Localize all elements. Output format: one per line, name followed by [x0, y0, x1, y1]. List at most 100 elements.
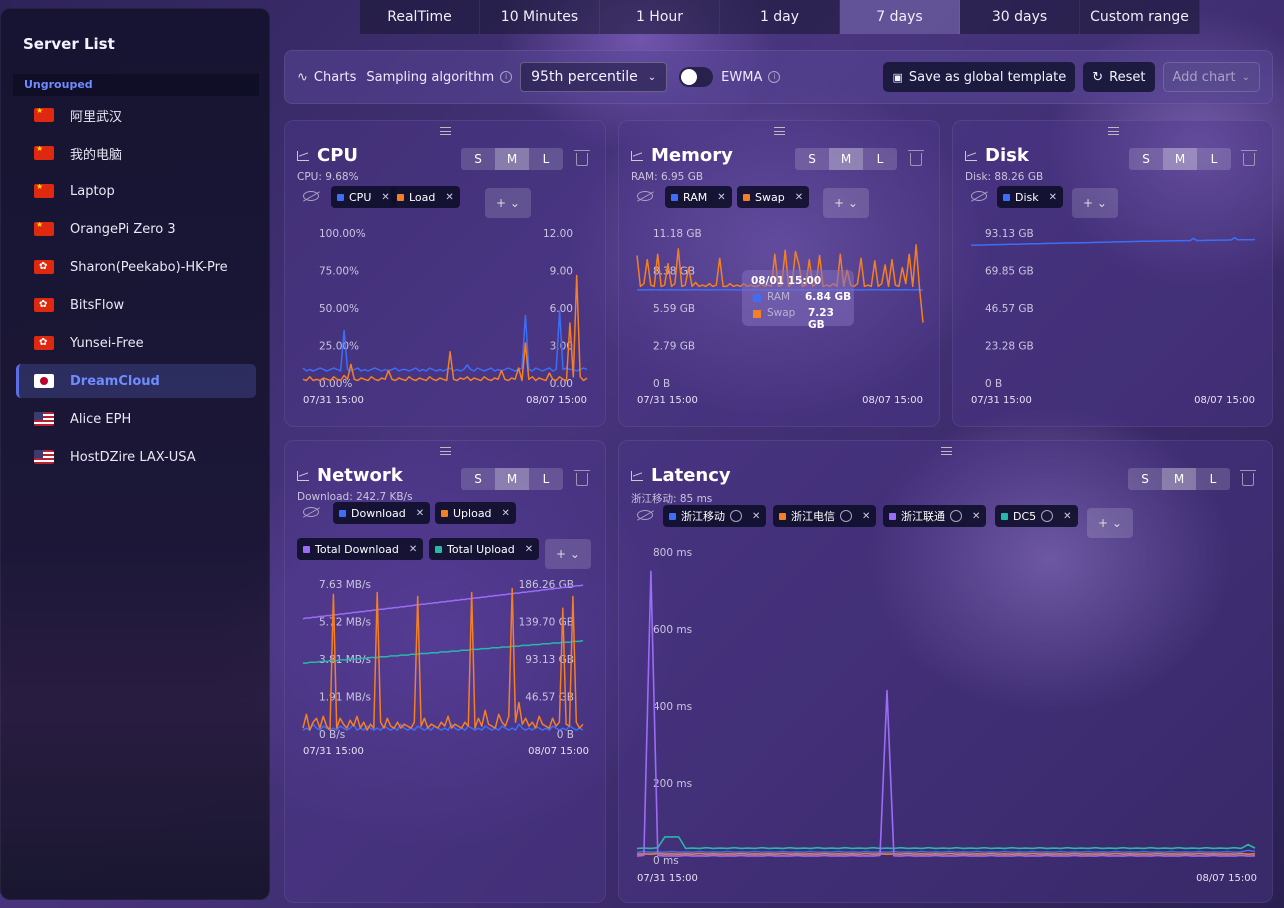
server-name: 阿里武汉 — [70, 109, 123, 125]
flag-hk-icon — [34, 336, 54, 350]
server-item[interactable]: 阿里武汉 — [16, 98, 256, 132]
memory-chart-card: Memory RAM: 6.95 GB S M L RAM ✕ Swap ✕ + ⌄ 11.18 G… — [618, 120, 940, 427]
chevron-down-icon: ⌄ — [1241, 71, 1250, 83]
server-item[interactable]: OrangePi Zero 3 — [16, 212, 256, 246]
x-tick-label: 08/07 15:00 — [528, 746, 589, 757]
latency-chart-card: Latency 浙江移动: 85 ms S M L 浙江移动 ✕ 浙江电信 ✕ 浙江联通 ✕ DC5 ✕… — [618, 440, 1273, 903]
y-tick-label: 0 B — [653, 378, 670, 390]
y-tick-label: 1.91 MB/s — [319, 692, 371, 704]
server-group-label[interactable]: Ungrouped — [13, 74, 259, 96]
reset-label: Reset — [1109, 69, 1146, 85]
time-tab-custom-range[interactable]: Custom range — [1080, 0, 1200, 34]
memory-plot: 11.18 GB8.38 GB5.59 GB2.79 GB0 B07/31 15… — [636, 228, 924, 406]
sampling-label-group: Sampling algorithm i — [366, 70, 513, 85]
y-tick-label: 100.00% — [319, 228, 366, 240]
y2-tick-label: 46.57 GB — [525, 692, 574, 704]
server-name: 我的电脑 — [70, 147, 123, 163]
time-tab-30-days[interactable]: 30 days — [960, 0, 1080, 34]
series-line-cpu — [302, 310, 588, 372]
server-item[interactable]: Yunsei-Free — [16, 326, 256, 360]
x-tick-label: 07/31 15:00 — [303, 395, 364, 406]
server-name: Laptop — [70, 183, 115, 199]
y-tick-label: 2.79 GB — [653, 341, 695, 353]
x-tick-label: 07/31 15:00 — [971, 395, 1032, 406]
time-tab-7-days[interactable]: 7 days — [840, 0, 960, 34]
disk-plot: 93.13 GB 69.85 GB 46.57 GB 23.28 GB 0 B 07/31… — [970, 228, 1256, 406]
save-label: Save as global template — [908, 69, 1067, 85]
y2-tick-label: 139.70 GB — [519, 617, 574, 629]
server-name: OrangePi Zero 3 — [70, 221, 176, 237]
y-tick-label: 93.13 GB — [985, 228, 1034, 240]
flag-us-icon — [34, 412, 54, 426]
server-item[interactable]: DreamCloud — [16, 364, 256, 398]
series-line- — [636, 849, 1256, 854]
y-tick-label: 0 B — [985, 378, 1002, 390]
y2-tick-label: 9.00 — [550, 266, 573, 278]
server-sidebar: Server List Ungrouped 阿里武汉我的电脑 Laptop Oran… — [0, 8, 270, 900]
series-line-dc5 — [636, 836, 1256, 850]
ewma-label-group: EWMA i — [721, 70, 781, 85]
y-tick-label: 25.00% — [319, 341, 359, 353]
flag-cn-icon — [34, 184, 54, 198]
reset-button[interactable]: ↻ Reset — [1083, 62, 1155, 92]
server-item[interactable]: 我的电脑 — [16, 136, 256, 170]
x-tick-label: 07/31 15:00 — [303, 746, 364, 757]
charts-toolbar: ∿ Charts Sampling algorithm i 95th perce… — [284, 50, 1273, 104]
y-tick-label: 50.00% — [319, 303, 359, 315]
disk-chart-card: Disk Disk: 88.26 GB S M L Disk ✕ + ⌄ 93.13 GB 69.… — [952, 120, 1273, 427]
reset-icon: ↻ — [1092, 69, 1104, 85]
chevron-down-icon: ⌄ — [647, 71, 657, 83]
y-tick-label: 5.72 MB/s — [319, 617, 371, 629]
save-global-template-button[interactable]: ▣ Save as global template — [883, 62, 1076, 92]
y-tick-label: 7.63 MB/s — [319, 579, 371, 591]
server-item[interactable]: Laptop — [16, 174, 256, 208]
y-tick-label: 600 ms — [653, 624, 692, 636]
y2-tick-label: 12.00 — [543, 228, 573, 240]
x-tick-label: 07/31 15:00 — [637, 395, 698, 406]
y-tick-label: 23.28 GB — [985, 341, 1034, 353]
add-chart-button[interactable]: Add chart ⌄ — [1162, 62, 1260, 92]
time-tab-10-minutes[interactable]: 10 Minutes — [480, 0, 600, 34]
time-tab-realtime[interactable]: RealTime — [360, 0, 480, 34]
info-icon[interactable]: i — [500, 71, 513, 83]
server-item[interactable]: Alice EPH — [16, 402, 256, 436]
y2-tick-label: 6.00 — [550, 303, 573, 315]
series-line-ram — [636, 288, 924, 292]
sampling-value: 95th percentile — [531, 69, 638, 85]
cpu-plot: 100.00%75.00%50.00%25.00%0.00%12.009.006… — [302, 228, 588, 406]
add-chart-label: Add chart — [1172, 69, 1236, 85]
y2-tick-label: 93.13 GB — [525, 654, 574, 666]
y-tick-label: 5.59 GB — [653, 303, 695, 315]
ewma-toggle[interactable] — [679, 67, 714, 87]
y-tick-label: 200 ms — [653, 778, 692, 790]
time-range-tabs: RealTime 10 Minutes 1 Hour 1 day 7 days 30 da… — [360, 0, 1200, 34]
y-tick-label: 11.18 GB — [653, 228, 702, 240]
info-icon[interactable]: i — [768, 71, 781, 83]
charts-label-group: ∿ Charts — [297, 70, 356, 85]
series-line-load — [302, 274, 588, 382]
server-item[interactable]: Sharon(Peekabo)-HK-Pre — [16, 250, 256, 284]
sampling-algorithm-select[interactable]: 95th percentile ⌄ — [520, 62, 668, 92]
y-tick-label: 800 ms — [653, 547, 692, 559]
series-line- — [636, 852, 1256, 856]
server-item[interactable]: BitsFlow — [16, 288, 256, 322]
x-tick-label: 08/07 15:00 — [526, 395, 587, 406]
server-name: Sharon(Peekabo)-HK-Pre — [70, 259, 228, 275]
server-name: Alice EPH — [70, 411, 132, 427]
flag-cn-icon — [34, 108, 54, 122]
flag-us-icon — [34, 450, 54, 464]
x-tick-label: 08/07 15:00 — [1196, 873, 1257, 884]
latency-plot: 800 ms600 ms400 ms200 ms0 ms07/31 15:00 0… — [636, 547, 1257, 884]
pulse-icon: ∿ — [297, 69, 308, 85]
network-chart-card: Network Download: 242.7 KB/s S M L Download ✕ U… — [284, 440, 606, 903]
time-tab-1-day[interactable]: 1 day — [720, 0, 840, 34]
flag-cn-icon — [34, 222, 54, 236]
server-name: Yunsei-Free — [70, 335, 144, 351]
x-tick-label: 08/07 15:00 — [1194, 395, 1255, 406]
time-tab-1-hour[interactable]: 1 Hour — [600, 0, 720, 34]
server-item[interactable]: HostDZire LAX-USA — [16, 440, 256, 474]
server-name: BitsFlow — [70, 297, 125, 313]
y-tick-label: 75.00% — [319, 266, 359, 278]
x-tick-label: 07/31 15:00 — [637, 873, 698, 884]
server-name: HostDZire LAX-USA — [70, 449, 196, 465]
